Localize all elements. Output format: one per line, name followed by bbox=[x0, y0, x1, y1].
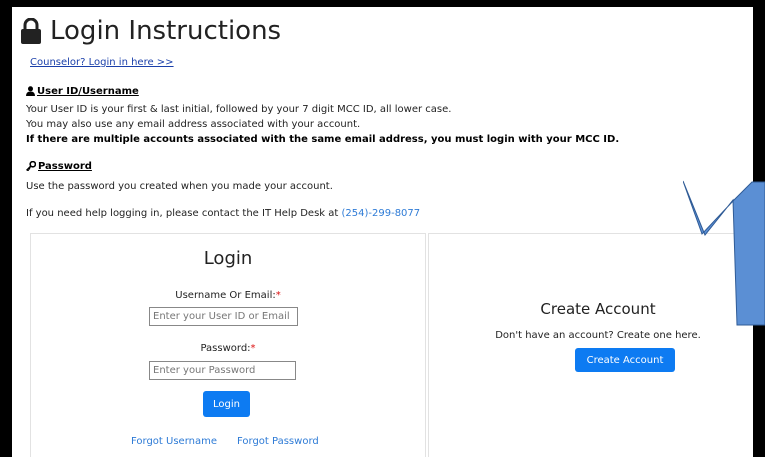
username-label: Username Or Email:* bbox=[31, 290, 425, 301]
down-arrow-annotation bbox=[683, 180, 765, 326]
help-text: If you need help logging in, please cont… bbox=[26, 208, 339, 219]
help-desk-text: If you need help logging in, please cont… bbox=[26, 207, 420, 221]
login-button[interactable]: Login bbox=[203, 391, 250, 417]
required-marker: * bbox=[250, 343, 256, 354]
user-id-heading: User ID/Username bbox=[26, 85, 139, 99]
password-description: Use the password you created when you ma… bbox=[26, 181, 333, 192]
email-description: You may also use any email address assoc… bbox=[26, 119, 361, 130]
user-icon bbox=[26, 86, 35, 96]
required-marker: * bbox=[275, 290, 281, 301]
password-input[interactable] bbox=[149, 361, 296, 380]
lock-icon bbox=[21, 18, 41, 44]
create-account-button[interactable]: Create Account bbox=[575, 348, 675, 372]
user-id-description: Your User ID is your first & last initia… bbox=[26, 104, 452, 115]
page-title-text: Login Instructions bbox=[50, 16, 282, 46]
key-icon bbox=[26, 161, 36, 171]
login-card: Login Username Or Email:* Password:* Log… bbox=[30, 233, 426, 457]
help-desk-phone-link[interactable]: (254)-299-8077 bbox=[342, 208, 421, 219]
password-label: Password:* bbox=[31, 343, 425, 354]
multiple-accounts-warning: If there are multiple accounts associate… bbox=[26, 134, 620, 145]
user-id-heading-text: User ID/Username bbox=[37, 86, 139, 97]
username-label-text: Username Or Email: bbox=[175, 290, 276, 301]
password-heading: Password bbox=[26, 160, 92, 174]
password-heading-text: Password bbox=[38, 161, 92, 172]
counselor-login-link[interactable]: Counselor? Login in here >> bbox=[30, 57, 174, 68]
forgot-password-link[interactable]: Forgot Password bbox=[237, 436, 319, 447]
forgot-username-link[interactable]: Forgot Username bbox=[131, 436, 217, 447]
login-page: Login Instructions Counselor? Login in h… bbox=[12, 7, 753, 457]
page-title: Login Instructions bbox=[20, 15, 281, 47]
username-input[interactable] bbox=[149, 307, 298, 326]
password-label-text: Password: bbox=[200, 343, 251, 354]
login-heading: Login bbox=[203, 248, 253, 269]
